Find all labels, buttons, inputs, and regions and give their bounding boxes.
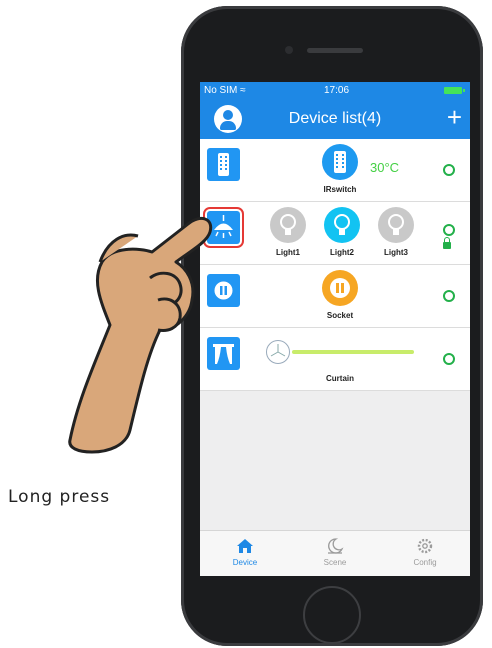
home-button[interactable]	[303, 586, 361, 644]
socket-icon[interactable]	[207, 274, 240, 307]
device-caption: Socket	[326, 311, 354, 320]
online-status-indicator	[443, 224, 455, 236]
curtain-slider-handle[interactable]	[266, 340, 290, 364]
instruction-label: Long press	[8, 487, 111, 507]
battery-icon	[444, 87, 465, 94]
wifi-icon: ≈	[240, 85, 246, 96]
bulb-icon[interactable]	[270, 207, 306, 243]
socket-icon[interactable]	[322, 270, 358, 306]
nav-bar: Device list(4) +	[200, 99, 470, 139]
light-label: Light2	[330, 248, 354, 257]
page-title: Device list(4)	[288, 110, 382, 127]
status-bar: No SIM ≈ 17:06	[200, 82, 470, 99]
curtain-icon[interactable]	[207, 337, 240, 370]
status-time: 17:06	[324, 85, 350, 96]
add-device-button[interactable]: +	[447, 102, 462, 132]
temperature-readout: 30°C	[370, 160, 400, 175]
tab-bar: Device Scene Config	[200, 530, 470, 576]
carrier-text: No SIM ≈	[204, 85, 246, 96]
online-status-indicator	[443, 353, 455, 365]
device-row-socket[interactable]: Socket	[200, 265, 470, 328]
home-icon	[237, 539, 253, 553]
device-row-curtain[interactable]: Curtain	[200, 328, 470, 391]
ir-remote-icon[interactable]	[207, 148, 240, 181]
device-caption: Curtain	[326, 374, 354, 383]
tab-scene[interactable]: Scene	[305, 537, 365, 567]
tab-device[interactable]: Device	[215, 537, 275, 567]
light-label: Light1	[276, 248, 300, 257]
tab-config[interactable]: Config	[395, 537, 455, 567]
scene-icon	[328, 538, 344, 554]
online-status-indicator	[443, 290, 455, 302]
device-row-lights[interactable]: Light1 Light2 Light3	[200, 202, 470, 265]
curtain-slider-track[interactable]	[292, 350, 414, 354]
app-screen: No SIM ≈ 17:06 Device list(4) + 30°C IRs…	[200, 82, 470, 576]
ceiling-lamp-icon[interactable]	[203, 207, 244, 248]
bulb-icon[interactable]	[378, 207, 414, 243]
ir-remote-icon[interactable]	[322, 144, 358, 180]
lock-icon[interactable]	[443, 237, 451, 249]
gear-icon	[417, 538, 433, 554]
device-list: 30°C IRswitch Light1 Light2 Light3 Socke…	[200, 139, 470, 391]
device-caption: IRswitch	[323, 185, 357, 194]
bulb-icon[interactable]	[324, 207, 360, 243]
front-camera	[285, 46, 293, 54]
earpiece-speaker	[307, 48, 363, 53]
light-label: Light3	[384, 248, 408, 257]
device-row-irswitch[interactable]: 30°C IRswitch	[200, 139, 470, 202]
online-status-indicator	[443, 164, 455, 176]
